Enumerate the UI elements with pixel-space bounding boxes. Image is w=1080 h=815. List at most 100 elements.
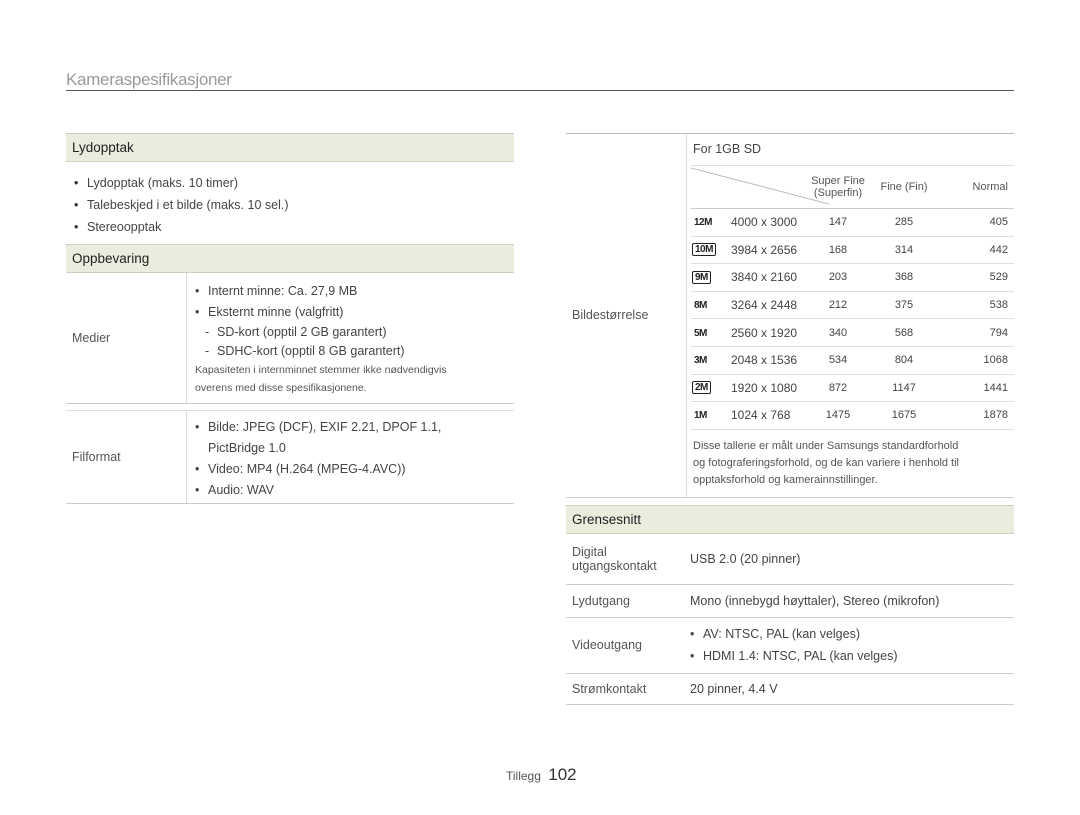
spec-label: Videoutgang xyxy=(572,638,642,653)
list-item: SD-kort (opptil 2 GB garantert) xyxy=(195,323,514,342)
resolution-1m-icon: 1M xyxy=(694,410,707,422)
table-row: 10M 3984 x 2656 168 314 442 xyxy=(691,236,1014,265)
spec-row-digital: Digital utgangskontakt USB 2.0 (20 pinne… xyxy=(566,534,1014,585)
list-item: Audio: WAV xyxy=(195,480,514,501)
list-item: SDHC-kort (opptil 8 GB garantert) xyxy=(195,342,514,361)
cell-dimension: 3264 x 2448 xyxy=(727,291,805,320)
cell-dimension: 1920 x 1080 xyxy=(727,374,805,403)
list-item: Bilde: JPEG (DCF), EXIF 2.21, DPOF 1.1, xyxy=(195,417,514,438)
table-header-row: Super Fine (Superfin) Fine (Fin) Normal xyxy=(691,166,1014,209)
header-rule xyxy=(66,90,1014,91)
cell-dimension: 1024 x 768 xyxy=(727,401,805,430)
cell-normal: 442 xyxy=(937,236,1014,265)
cell-fine: 368 xyxy=(871,263,937,292)
spec-label: Bildestørrelse xyxy=(572,308,649,323)
capacity-table: Super Fine (Superfin) Fine (Fin) Normal … xyxy=(691,166,1014,430)
cell-normal: 1068 xyxy=(937,346,1014,375)
resolution-12m-icon: 12M xyxy=(694,217,712,229)
cell-normal: 1878 xyxy=(937,401,1014,430)
cell-fine: 375 xyxy=(871,291,937,320)
cell-dimension: 2560 x 1920 xyxy=(727,318,805,347)
spec-row-medier: Medier Internt minne: Ca. 27,9 MB Ekster… xyxy=(66,273,514,404)
diagonal-header-cell xyxy=(691,166,829,209)
list-item: Internt minne: Ca. 27,9 MB xyxy=(195,281,514,302)
diagonal-line xyxy=(691,167,829,205)
table-row: 12M 4000 x 3000 147 285 405 xyxy=(691,208,1014,237)
list-item: AV: NTSC, PAL (kan velges) xyxy=(690,623,1014,645)
spec-value: AV: NTSC, PAL (kan velges) HDMI 1.4: NTS… xyxy=(686,618,1014,673)
spec-row-videoutgang: Videoutgang AV: NTSC, PAL (kan velges) H… xyxy=(566,618,1014,674)
cell-fine: 285 xyxy=(871,208,937,237)
spec-label: Lydutgang xyxy=(572,593,630,608)
spec-label: Medier xyxy=(72,331,111,345)
capacity-heading: For 1GB SD xyxy=(691,134,1014,166)
cell-fine: 568 xyxy=(871,318,937,347)
spec-row-stromkontakt: Strømkontakt 20 pinner, 4.4 V xyxy=(566,674,1014,705)
spec-value: Internt minne: Ca. 27,9 MB Eksternt minn… xyxy=(186,273,514,403)
list-item: Talebeskjed i et bilde (maks. 10 sel.) xyxy=(74,194,514,216)
cell-fine: 1675 xyxy=(871,401,937,430)
spec-row-filformat: Filformat Bilde: JPEG (DCF), EXIF 2.21, … xyxy=(66,410,514,504)
cell-fine: 1147 xyxy=(871,374,937,403)
lydopptak-list: Lydopptak (maks. 10 timer) Talebeskjed i… xyxy=(66,162,514,244)
resolution-10m-icon: 10M xyxy=(692,243,716,257)
spec-value: Mono (innebygd høyttaler), Stereo (mikro… xyxy=(690,593,940,608)
spec-value: USB 2.0 (20 pinner) xyxy=(690,551,801,566)
list-item: Lydopptak (maks. 10 timer) xyxy=(74,172,514,194)
section-heading-lydopptak: Lydopptak xyxy=(66,133,514,162)
cell-normal: 529 xyxy=(937,263,1014,292)
cell-fine: 314 xyxy=(871,236,937,265)
cell-normal: 794 xyxy=(937,318,1014,347)
resolution-5m-icon: 5M xyxy=(694,327,707,339)
cell-dimension: 3840 x 2160 xyxy=(727,263,805,292)
spec-value: 20 pinner, 4.4 V xyxy=(690,681,778,696)
table-row: 3M 2048 x 1536 534 804 1068 xyxy=(691,346,1014,375)
cell-superfine: 212 xyxy=(805,291,871,320)
column-header-fine: Fine (Fin) xyxy=(871,166,937,209)
note-text: overens med disse spesifikasjonene. xyxy=(195,382,367,394)
capacity-note: Disse tallene er målt under Samsungs sta… xyxy=(693,439,960,486)
list-item: Eksternt minne (valgfritt) xyxy=(195,302,514,323)
section-heading-grensesnitt: Grensesnitt xyxy=(566,504,1014,534)
resolution-2m-icon: 2M xyxy=(692,381,711,395)
column-header-normal: Normal xyxy=(937,166,1014,209)
cell-normal: 538 xyxy=(937,291,1014,320)
table-row: 9M 3840 x 2160 203 368 529 xyxy=(691,263,1014,292)
note-text: Kapasiteten i internminnet stemmer ikke … xyxy=(195,364,447,376)
spec-label: Filformat xyxy=(72,450,121,464)
cell-superfine: 168 xyxy=(805,236,871,265)
spec-label: Digital utgangskontakt xyxy=(572,544,657,573)
left-column: Lydopptak Lydopptak (maks. 10 timer) Tal… xyxy=(66,133,514,504)
cell-normal: 1441 xyxy=(937,374,1014,403)
list-item-continued: PictBridge 1.0 xyxy=(208,441,286,455)
cell-fine: 804 xyxy=(871,346,937,375)
list-item: Video: MP4 (H.264 (MPEG-4.AVC)) xyxy=(195,459,514,480)
cell-superfine: 872 xyxy=(805,374,871,403)
section-heading-oppbevaring: Oppbevaring xyxy=(66,244,514,273)
cell-superfine: 203 xyxy=(805,263,871,292)
resolution-9m-icon: 9M xyxy=(692,270,711,284)
spec-value: Bilde: JPEG (DCF), EXIF 2.21, DPOF 1.1, … xyxy=(186,411,514,503)
resolution-8m-icon: 8M xyxy=(694,300,707,312)
spec-value: For 1GB SD Super Fine (Superfin) Fine (F… xyxy=(686,134,1014,497)
cell-superfine: 534 xyxy=(805,346,871,375)
cell-superfine: 1475 xyxy=(805,401,871,430)
right-column: Bildestørrelse For 1GB SD Super Fine (Su… xyxy=(566,133,1014,705)
resolution-3m-icon: 3M xyxy=(694,355,707,367)
cell-dimension: 3984 x 2656 xyxy=(727,236,805,265)
table-row: 1M 1024 x 768 1475 1675 1878 xyxy=(691,401,1014,430)
cell-superfine: 147 xyxy=(805,208,871,237)
cell-superfine: 340 xyxy=(805,318,871,347)
table-row: 2M 1920 x 1080 872 1147 1441 xyxy=(691,374,1014,403)
cell-dimension: 2048 x 1536 xyxy=(727,346,805,375)
list-item: HDMI 1.4: NTSC, PAL (kan velges) xyxy=(690,645,1014,667)
spec-row-bildestorrelse: Bildestørrelse For 1GB SD Super Fine (Su… xyxy=(566,133,1014,498)
page-header-title: Kameraspesifikasjoner xyxy=(66,70,232,89)
spec-row-lydutgang: Lydutgang Mono (innebygd høyttaler), Ste… xyxy=(566,585,1014,618)
page-footer: Tillegg 102 xyxy=(506,765,577,785)
footer-section-label: Tillegg xyxy=(506,769,541,783)
spec-label: Strømkontakt xyxy=(572,681,647,696)
cell-normal: 405 xyxy=(937,208,1014,237)
cell-dimension: 4000 x 3000 xyxy=(727,208,805,237)
list-item: Stereoopptak xyxy=(74,216,514,238)
